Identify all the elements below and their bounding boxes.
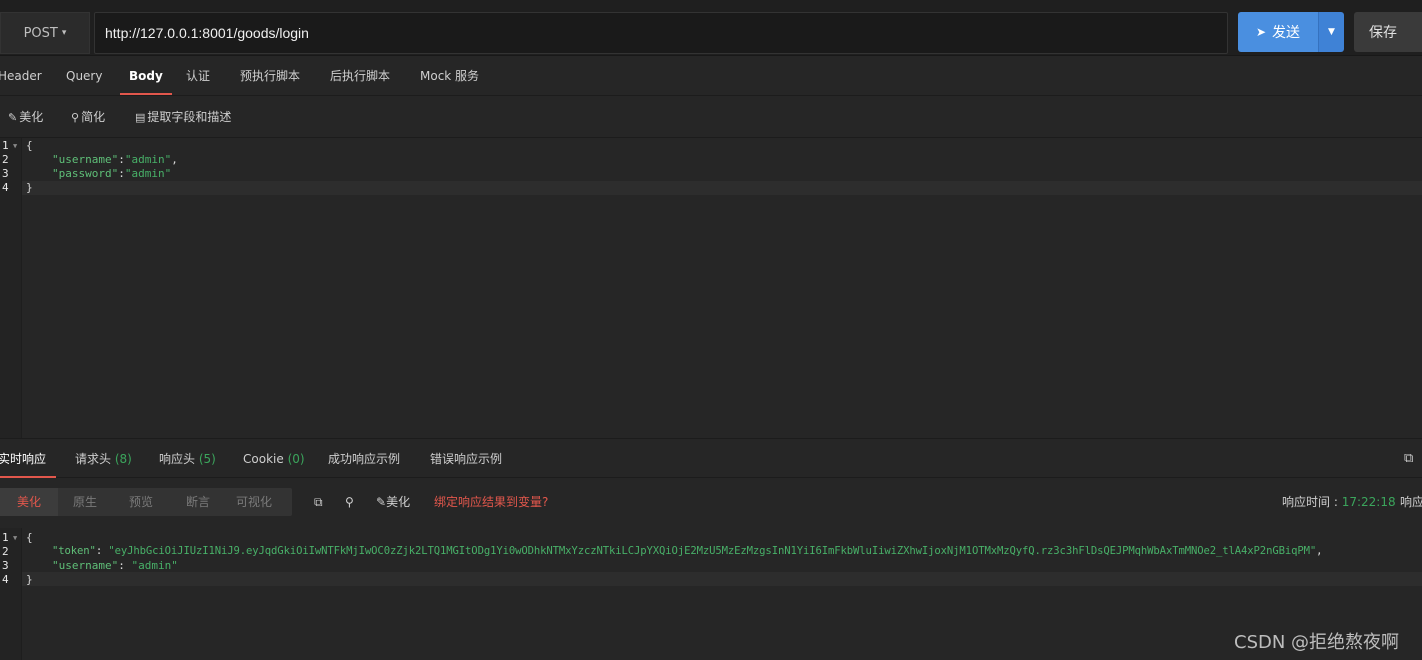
code-line: { <box>26 139 33 152</box>
tab-live-response[interactable]: 实时响应 <box>0 439 57 479</box>
url-bar: POST ▾ http://127.0.0.1:8001/goods/login… <box>0 0 1422 56</box>
tab-pre-script[interactable]: 预执行脚本 <box>240 56 300 96</box>
view-visualize[interactable]: 可视化 <box>236 488 272 516</box>
code-line: "username": "admin" <box>52 559 178 572</box>
sitemap-icon: ⚲ <box>71 111 80 124</box>
view-preview[interactable]: 预览 <box>129 488 153 516</box>
send-label: 发送 <box>1272 25 1301 41</box>
extract-fields-button[interactable]: ▤ 提取字段和描述 <box>135 96 231 138</box>
response-tabs: 实时响应 请求头 (8) 响应头 (5) Cookie (0) 成功响应示例 错… <box>0 438 1422 478</box>
tab-query[interactable]: Query <box>66 56 102 96</box>
body-toolbar: ✎ 美化 ⚲ 简化 ▤ 提取字段和描述 <box>0 96 1422 138</box>
line-number: 2 <box>2 153 9 166</box>
api-client-window: POST ▾ http://127.0.0.1:8001/goods/login… <box>0 0 1422 660</box>
method-label: POST <box>23 25 58 41</box>
line-number: 4 <box>2 181 9 194</box>
tab-error-example[interactable]: 错误响应示例 <box>430 439 502 479</box>
tab-success-example[interactable]: 成功响应示例 <box>328 439 400 479</box>
copy-icon[interactable]: ⧉ <box>314 488 323 516</box>
response-toolbar: 美化 原生 预览 断言 可视化 ⧉ ⚲ ✎美化 绑定响应结果到变量? 响应时间 … <box>0 478 1422 528</box>
code-line: } <box>26 573 33 586</box>
request-tabs: Header Query Body 认证 预执行脚本 后执行脚本 Mock 服务 <box>0 56 1422 96</box>
line-number: 1 <box>2 139 9 152</box>
tab-cookie[interactable]: Cookie (0) <box>243 439 305 479</box>
line-number: 3 <box>2 559 9 572</box>
tab-response-headers[interactable]: 响应头 (5) <box>159 439 216 479</box>
line-number: 4 <box>2 573 9 586</box>
fold-arrow-icon[interactable]: ▼ <box>13 534 17 542</box>
code-line: "password":"admin" <box>52 167 172 180</box>
beautify-response-button[interactable]: ✎美化 <box>376 488 410 516</box>
fold-arrow-icon[interactable]: ▼ <box>13 142 17 150</box>
active-line-highlight <box>22 572 1422 586</box>
url-input[interactable]: http://127.0.0.1:8001/goods/login <box>94 12 1228 54</box>
tab-request-headers[interactable]: 请求头 (8) <box>75 439 132 479</box>
magic-wand-icon: ✎ <box>376 495 387 509</box>
tab-body[interactable]: Body <box>120 56 172 96</box>
watermark: CSDN @拒绝熬夜啊 <box>1234 632 1400 653</box>
line-number: 2 <box>2 545 9 558</box>
simplify-button[interactable]: ⚲ 简化 <box>71 96 105 138</box>
response-size-label: 响应 <box>1400 495 1422 509</box>
code-line: "token": "eyJhbGciOiJIUzI1NiJ9.eyJqdGkiO… <box>52 545 1323 557</box>
tab-auth[interactable]: 认证 <box>186 56 210 96</box>
response-time: 响应时间 : 17:22:18 <box>1282 495 1396 509</box>
bind-to-variable-link[interactable]: 绑定响应结果到变量? <box>434 488 548 516</box>
paper-plane-icon: ➤ <box>1255 25 1267 39</box>
code-line: { <box>26 531 33 544</box>
magic-wand-icon: ✎ <box>8 111 18 124</box>
save-button[interactable]: 保存 <box>1354 12 1422 52</box>
code-line: "username":"admin", <box>52 153 178 166</box>
line-number: 1 <box>2 531 9 544</box>
code-line: } <box>26 181 33 194</box>
send-dropdown-button[interactable]: ▼ <box>1318 12 1344 52</box>
view-assert[interactable]: 断言 <box>186 488 210 516</box>
tab-header[interactable]: Header <box>0 56 42 96</box>
line-number: 3 <box>2 167 9 180</box>
search-icon[interactable]: ⚲ <box>345 488 354 516</box>
view-raw[interactable]: 原生 <box>73 488 97 516</box>
caret-down-icon: ▾ <box>61 28 67 38</box>
response-body-viewer[interactable]: 1 ▼ 2 3 4 { "token": "eyJhbGciOiJIUzI1Ni… <box>0 528 1422 660</box>
active-line-highlight <box>22 181 1422 195</box>
tab-post-script[interactable]: 后执行脚本 <box>330 56 390 96</box>
view-mode-segment: 美化 原生 预览 断言 可视化 <box>0 488 292 516</box>
caret-down-icon: ▼ <box>1328 27 1335 37</box>
beautify-button[interactable]: ✎ 美化 <box>8 96 43 138</box>
expand-window-icon[interactable]: ⧉ <box>1404 451 1413 466</box>
send-button[interactable]: ➤ 发送 <box>1238 12 1318 52</box>
document-icon: ▤ <box>135 111 146 124</box>
method-select[interactable]: POST ▾ <box>0 12 90 54</box>
request-body-editor[interactable]: 1 ▼ 2 3 4 { "username":"admin", "passwor… <box>0 138 1422 438</box>
view-beautify[interactable]: 美化 <box>0 488 59 516</box>
tab-mock-service[interactable]: Mock 服务 <box>420 56 479 96</box>
